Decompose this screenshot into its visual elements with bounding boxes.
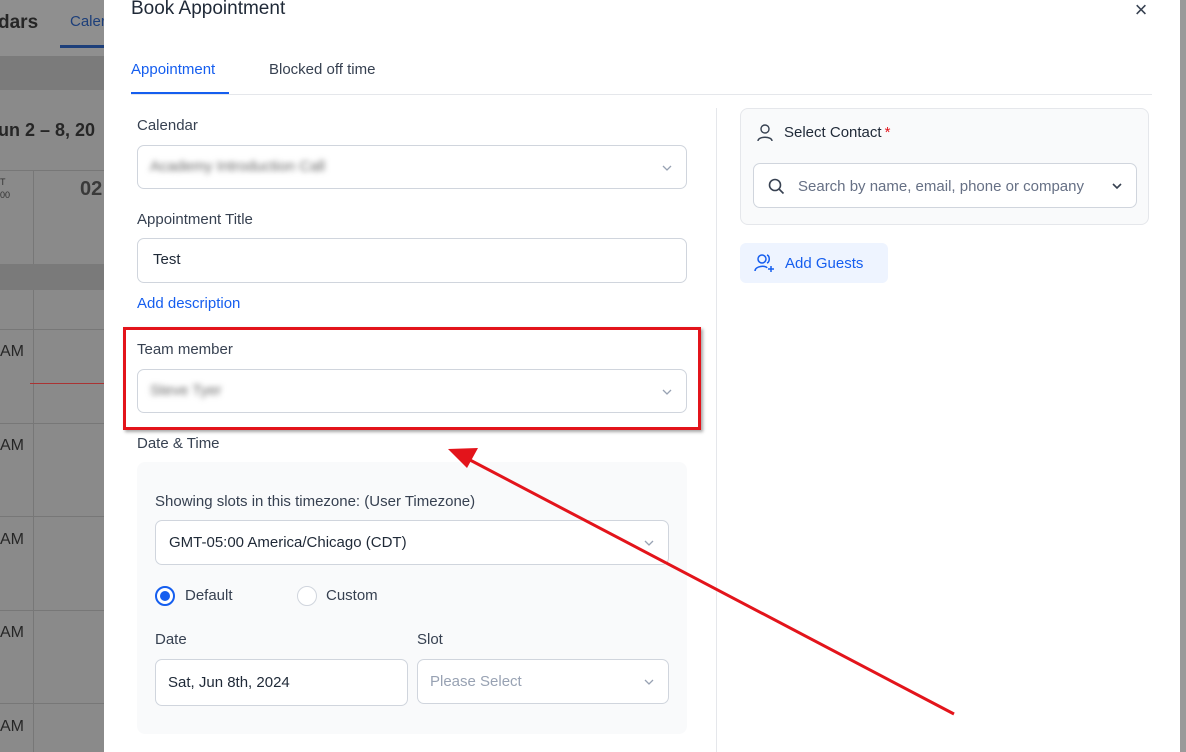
background-gridline [0, 423, 104, 424]
slot-placeholder: Please Select [430, 673, 522, 690]
default-radio[interactable] [155, 586, 175, 606]
background-hour-label: AM [0, 718, 24, 735]
background-tab-underline [60, 45, 104, 48]
background-hour-label: AM [0, 437, 24, 454]
date-time-panel: Showing slots in this timezone: (User Ti… [137, 462, 687, 734]
tab-blocked-off-time[interactable]: Blocked off time [269, 61, 375, 78]
chevron-down-icon [662, 165, 672, 171]
tab-appointment[interactable]: Appointment [131, 61, 215, 78]
select-contact-card: Select Contact * [740, 108, 1149, 225]
slot-label: Slot [417, 631, 443, 648]
search-icon [768, 178, 785, 195]
current-time-line [30, 383, 104, 384]
chevron-down-icon [644, 679, 654, 685]
background-tab: Caler [70, 13, 104, 30]
timezone-value: GMT-05:00 America/Chicago (CDT) [169, 534, 407, 551]
default-radio-label: Default [185, 587, 233, 604]
contact-search-field[interactable] [753, 163, 1137, 208]
calendar-select[interactable]: Academy Introduction Call [137, 145, 687, 189]
chevron-down-icon[interactable] [1110, 179, 1124, 193]
background-gridline [33, 170, 34, 752]
background-timezone: T 00 [0, 177, 11, 200]
timezone-select[interactable]: GMT-05:00 America/Chicago (CDT) [155, 520, 669, 565]
background-gridline [0, 516, 104, 517]
page-scrollbar[interactable] [1180, 0, 1186, 752]
tab-bar: Appointment Blocked off time [131, 56, 1152, 95]
background-date-range: un 2 – 8, 20 [0, 120, 96, 140]
date-value: Sat, Jun 8th, 2024 [168, 674, 290, 691]
custom-radio[interactable] [297, 586, 317, 606]
background-gridline [0, 703, 104, 704]
timezone-caption: Showing slots in this timezone: (User Ti… [155, 493, 476, 510]
contact-search-input[interactable] [798, 174, 1098, 198]
add-description-link[interactable]: Add description [137, 295, 240, 312]
background-title: dars [0, 12, 39, 33]
book-appointment-modal: Book Appointment × Appointment Blocked o… [104, 0, 1180, 752]
background-allday-strip [0, 264, 104, 290]
background-hour-label: AM [0, 624, 24, 641]
user-icon [757, 124, 773, 142]
background-gridline [0, 329, 104, 330]
slot-select[interactable]: Please Select [417, 659, 669, 704]
date-input[interactable]: Sat, Jun 8th, 2024 [155, 659, 408, 706]
column-divider [716, 108, 717, 752]
add-guests-button[interactable]: Add Guests [740, 243, 888, 283]
calendar-label: Calendar [137, 117, 198, 134]
background-band [0, 56, 104, 90]
appointment-title-value: Test [153, 251, 181, 268]
annotation-highlight-box [123, 327, 701, 430]
calendar-value: Academy Introduction Call [150, 158, 326, 175]
add-user-icon [754, 254, 774, 272]
custom-radio-label: Custom [326, 587, 378, 604]
select-contact-label: Select Contact * [784, 124, 890, 141]
add-guests-label: Add Guests [785, 255, 864, 272]
select-contact-text: Select Contact [784, 124, 882, 141]
appointment-title-label: Appointment Title [137, 211, 253, 228]
background-day-number: 02 [80, 178, 103, 200]
background-calendar: dars Caler un 2 – 8, 20 T 00 02 AM AM AM… [0, 0, 104, 752]
background-gridline [0, 610, 104, 611]
chevron-down-icon [644, 540, 654, 546]
active-tab-indicator [131, 92, 229, 94]
appointment-title-input[interactable]: Test [137, 238, 687, 283]
date-label: Date [155, 631, 187, 648]
background-hour-label: AM [0, 343, 24, 360]
required-mark: * [884, 124, 891, 141]
close-icon[interactable]: × [1129, 0, 1153, 22]
date-time-label: Date & Time [137, 435, 220, 452]
modal-title: Book Appointment [131, 0, 286, 19]
background-hour-label: AM [0, 531, 24, 548]
